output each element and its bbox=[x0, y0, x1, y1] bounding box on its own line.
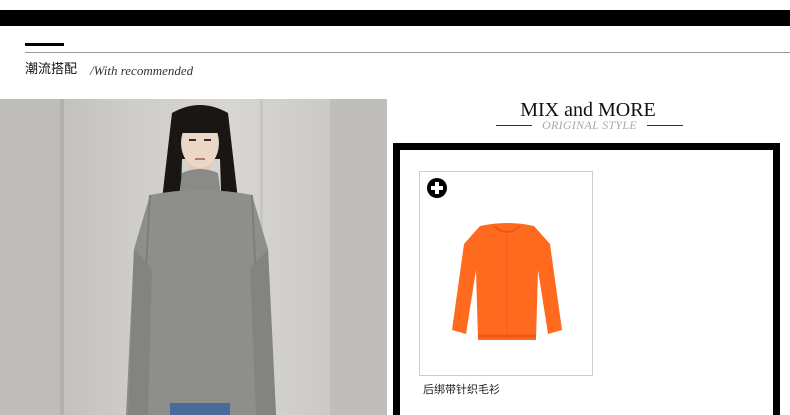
tagline-left-rule bbox=[496, 125, 532, 126]
section-accent-line bbox=[25, 43, 64, 46]
product-card[interactable] bbox=[419, 171, 593, 376]
plus-circle-icon[interactable] bbox=[426, 177, 448, 199]
tagline-right-rule bbox=[647, 125, 683, 126]
model-illustration bbox=[0, 99, 387, 415]
section-subtitle: /With recommended bbox=[90, 63, 194, 78]
product-image[interactable] bbox=[450, 220, 564, 348]
product-name[interactable]: 后绑带针织毛衫 bbox=[423, 383, 500, 397]
top-banner-bar bbox=[0, 10, 790, 26]
model-photo bbox=[0, 99, 387, 415]
section-divider bbox=[25, 52, 790, 53]
mix-tagline: ORIGINAL STYLE bbox=[542, 118, 637, 132]
section-title: 潮流搭配 bbox=[25, 62, 78, 77]
